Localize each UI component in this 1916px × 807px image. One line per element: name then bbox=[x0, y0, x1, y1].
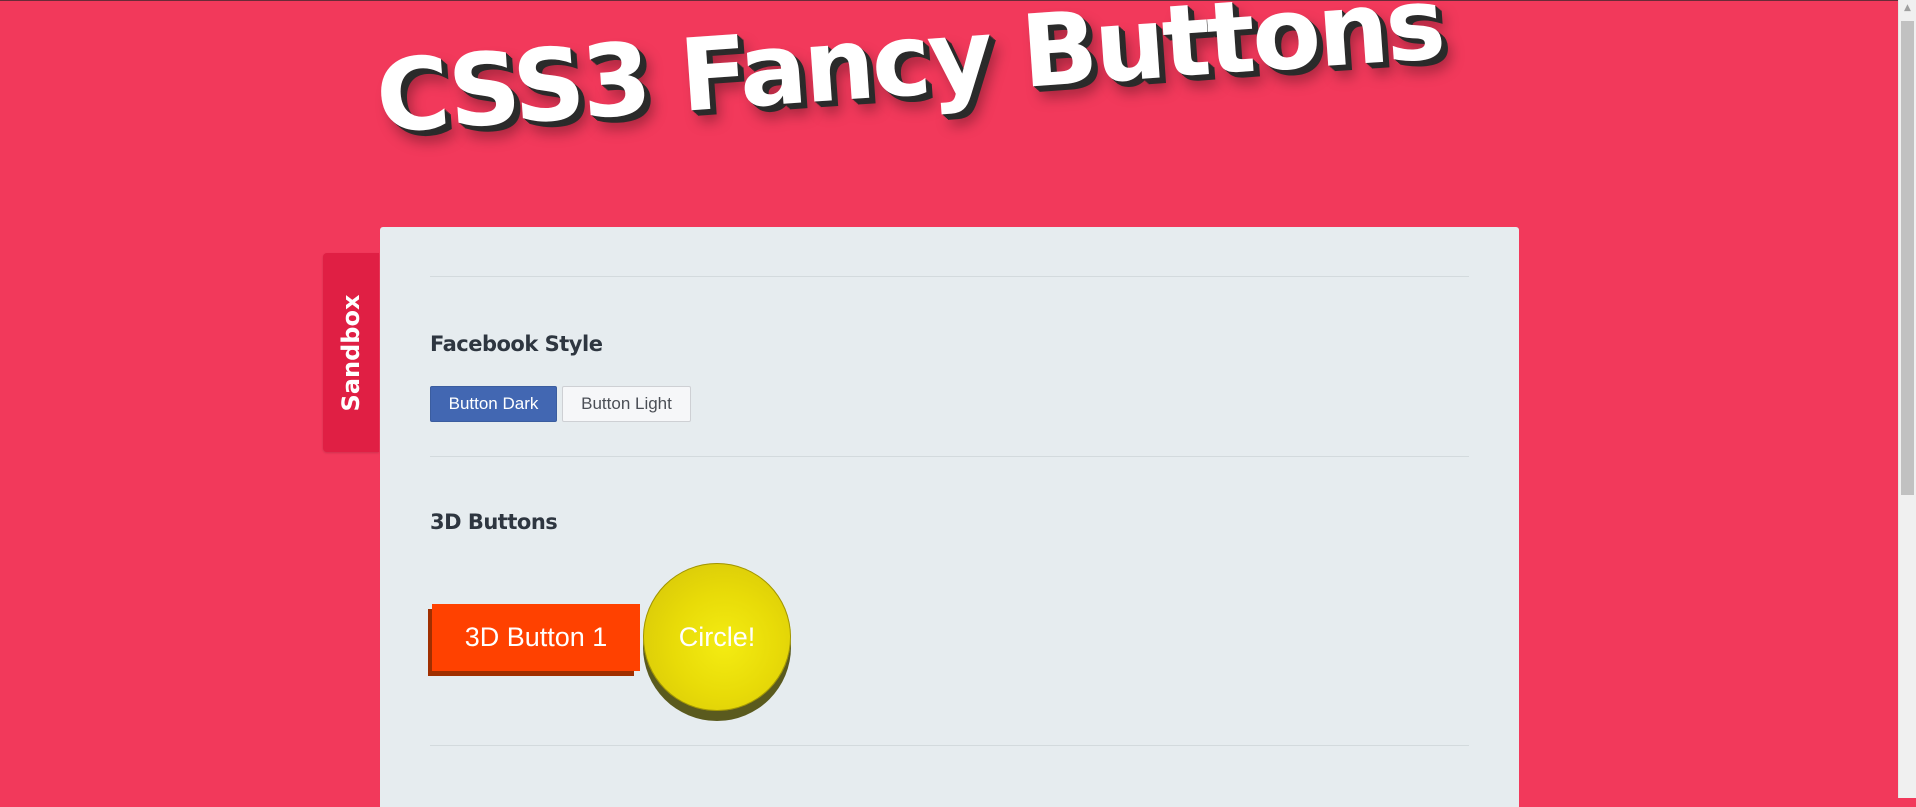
3d-button-1[interactable]: 3D Button 1 bbox=[428, 604, 640, 676]
sandbox-tab-label: Sandbox bbox=[337, 294, 365, 411]
section-divider bbox=[430, 456, 1469, 457]
page: CSS3 Fancy Buttons Sandbox Facebook Styl… bbox=[0, 0, 1898, 807]
sandbox-tab[interactable]: Sandbox bbox=[323, 253, 379, 452]
3d-button-1-face: 3D Button 1 bbox=[432, 604, 640, 671]
section-divider bbox=[430, 745, 1469, 746]
button-dark[interactable]: Button Dark bbox=[430, 386, 557, 422]
circle-button-face: Circle! bbox=[643, 563, 791, 711]
facebook-style-heading: Facebook Style bbox=[430, 332, 603, 356]
page-title: CSS3 Fancy Buttons bbox=[372, 0, 1446, 156]
content-panel: Facebook Style Button Dark Button Light … bbox=[380, 227, 1519, 807]
scrollbar-thumb[interactable] bbox=[1901, 21, 1914, 495]
vertical-scrollbar[interactable]: ▲ bbox=[1898, 0, 1916, 798]
3d-buttons-heading: 3D Buttons bbox=[430, 510, 558, 534]
button-light[interactable]: Button Light bbox=[562, 386, 691, 422]
scroll-up-arrow-icon[interactable]: ▲ bbox=[1899, 0, 1916, 17]
section-divider bbox=[430, 276, 1469, 277]
circle-button[interactable]: Circle! bbox=[643, 563, 791, 723]
